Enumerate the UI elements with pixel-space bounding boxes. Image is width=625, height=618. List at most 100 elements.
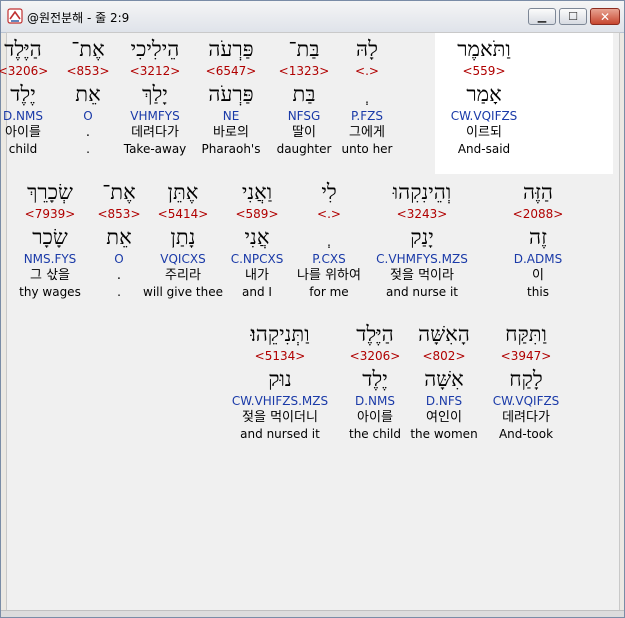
parsing-code: NFSG: [287, 109, 321, 123]
lemma-word: אֲנִי: [244, 225, 270, 249]
english-gloss: .: [86, 142, 90, 156]
korean-gloss: 딸이: [292, 125, 316, 140]
english-gloss: Take-away: [123, 142, 187, 156]
english-gloss: will give thee: [143, 285, 223, 299]
hebrew-word: פַּרְעֹה: [208, 37, 254, 61]
hebrew-word: וַאֲנִי: [241, 180, 273, 204]
korean-gloss: 아이를: [357, 410, 393, 425]
minimize-button[interactable]: ▁: [528, 8, 556, 25]
title-bar[interactable]: @원전분해 - 줄 2:9 ▁ ☐ ✕: [1, 1, 624, 33]
parsing-code: P.FZS: [351, 109, 383, 123]
status-strip: [1, 610, 624, 617]
word-block[interactable]: הֵילִיכִי <3212> יָלַךְ VHMFYS 데려다가 Take-away: [115, 35, 195, 157]
lemma-word: ְ: [332, 80, 402, 108]
korean-gloss: .: [85, 125, 91, 140]
hebrew-word: אֶת־: [102, 180, 136, 204]
close-icon: ✕: [599, 10, 611, 24]
korean-gloss: 그에게: [349, 125, 385, 140]
word-block[interactable]: הָאִשָּׁה <802> אִשָּׁה D.NFS 여인이 the women: [404, 320, 484, 442]
word-block[interactable]: וַתְּנִיקֵהוּ׃ <5134> נוּק CW.VHIFZS.MZS 젖을 …: [225, 320, 335, 442]
word-block[interactable]: הַיֶּלֶד <3206> יֶלֶד D.NMS 아이를 child: [0, 35, 58, 157]
korean-gloss: 데려다가: [131, 125, 179, 140]
english-gloss: daughter: [276, 142, 332, 156]
korean-gloss: 젖을 먹이더니: [242, 410, 318, 425]
strong-number: <853>: [97, 207, 141, 221]
word-block[interactable]: הַיֶּלֶד <3206> יֶלֶד D.NMS 아이를 the child: [335, 320, 415, 442]
parsing-code: D.NMS: [354, 394, 395, 408]
word-block[interactable]: אֶת־ <853> אֵת O..: [89, 178, 149, 300]
word-block[interactable]: וְהֵינִקִהוּ <3243> יָנַק C.VHMFYS.MZS 젖을 먹이…: [367, 178, 477, 300]
english-gloss: and nurse it: [385, 285, 459, 299]
hebrew-word: הַזֶּה: [522, 180, 553, 204]
korean-gloss: 그 삯을: [29, 268, 70, 283]
english-gloss: unto her: [341, 142, 393, 156]
parsing-code: D.NMS: [2, 109, 43, 123]
parsing-code: P.CXS: [312, 252, 346, 266]
korean-gloss: 아이를: [5, 125, 41, 140]
strong-number: <3206>: [349, 349, 401, 363]
word-block[interactable]: הַזֶּה <2088> זֶה D.ADMS 이 this: [498, 178, 578, 300]
window-title: @원전분해 - 줄 2:9: [27, 11, 130, 25]
word-block[interactable]: שְׂכָרֵךְ <7939> שָׂכָר NMS.FYS 그 삯을 thy wage…: [5, 178, 95, 300]
korean-gloss: 바로의: [213, 125, 249, 140]
parsing-code: CW.VQIFZS: [450, 109, 518, 123]
strong-number: <3243>: [396, 207, 448, 221]
interlinear-panel[interactable]: וַתֹּאמֶר <559> אָמַר CW.VQIFZS 이르되 And-said ל…: [0, 32, 620, 613]
word-block[interactable]: וַתֹּאמֶר <559> אָמַר CW.VQIFZS 이르되 And-said: [429, 35, 539, 157]
word-block[interactable]: לָהּ <.>ְP.FZS 그에게 unto her: [332, 35, 402, 157]
english-gloss: .: [117, 285, 121, 299]
english-gloss: for me: [309, 285, 349, 299]
lemma-word: זֶה: [529, 225, 547, 249]
word-block[interactable]: לִי <.>ְP.CXS 나를 위하여 for me: [284, 178, 374, 300]
hebrew-word: בַּת־: [288, 37, 320, 61]
strong-number: <7939>: [24, 207, 76, 221]
hebrew-word: וַתֹּאמֶר: [457, 37, 511, 61]
strong-number: <.>: [317, 207, 341, 221]
hebrew-word: הַיֶּלֶד: [4, 37, 42, 61]
parsing-code: NE: [222, 109, 240, 123]
lemma-word: נָתַן: [170, 225, 196, 249]
lemma-word: אֵת: [75, 82, 101, 106]
parsing-code: O: [114, 252, 124, 266]
lemma-word: אִשָּׁה: [424, 367, 464, 391]
lemma-word: שָׂכָר: [32, 225, 68, 249]
strong-number: <1323>: [278, 64, 330, 78]
word-block[interactable]: וַאֲנִי <589> אֲנִי C.NPCXS 내가 and I: [217, 178, 297, 300]
parsing-code: D.ADMS: [513, 252, 563, 266]
word-block[interactable]: אֶת־ <853> אֵת O..: [58, 35, 118, 157]
lemma-word: אֵת: [106, 225, 132, 249]
lemma-word: לָקַח: [509, 367, 543, 391]
word-block[interactable]: אֶתֵּן <5414> נָתַן VQICXS 주리라 will give thee: [143, 178, 223, 300]
strong-number: <2088>: [512, 207, 564, 221]
close-button[interactable]: ✕: [590, 8, 620, 25]
korean-gloss: 이: [532, 268, 544, 283]
parsing-code: CW.VQIFZS: [492, 394, 560, 408]
hebrew-word: אֶתֵּן: [167, 180, 199, 204]
hebrew-word: וַתְּנִיקֵהוּ׃: [250, 322, 310, 346]
hebrew-word: הַיֶּלֶד: [356, 322, 394, 346]
strong-number: <559>: [462, 64, 506, 78]
strong-number: <3206>: [0, 64, 49, 78]
maximize-button[interactable]: ☐: [559, 8, 587, 25]
strong-number: <853>: [66, 64, 110, 78]
korean-gloss: 데려다가: [502, 410, 550, 425]
app-icon: [7, 8, 23, 24]
lemma-word: יָנַק: [410, 225, 434, 249]
word-block[interactable]: פַּרְעֹה <6547> פַּרְעֹה NE 바로의 Pharaoh's: [191, 35, 271, 157]
hebrew-word: וְהֵינִקִהוּ: [392, 180, 452, 204]
maximize-icon: ☐: [568, 10, 578, 23]
strong-number: <802>: [422, 349, 466, 363]
korean-gloss: 주리라: [165, 268, 201, 283]
word-block[interactable]: וַתִּקַּח <3947> לָקַח CW.VQIFZS 데려다가 And-too…: [481, 320, 571, 442]
strong-number: <5134>: [254, 349, 306, 363]
word-block[interactable]: בַּת־ <1323> בַּת NFSG 딸이 daughter: [269, 35, 339, 157]
parsing-code: VQICXS: [160, 252, 206, 266]
english-gloss: thy wages: [19, 285, 81, 299]
app-window: @원전분해 - 줄 2:9 ▁ ☐ ✕ וַתֹּאמֶר <559> אָמַר C…: [0, 0, 625, 618]
hebrew-word: שְׂכָרֵךְ: [27, 180, 73, 204]
korean-gloss: 나를 위하여: [297, 268, 361, 283]
english-gloss: child: [8, 142, 38, 156]
lemma-word: ְ: [284, 223, 374, 251]
english-gloss: And-said: [457, 142, 511, 156]
minimize-icon: ▁: [537, 10, 547, 23]
